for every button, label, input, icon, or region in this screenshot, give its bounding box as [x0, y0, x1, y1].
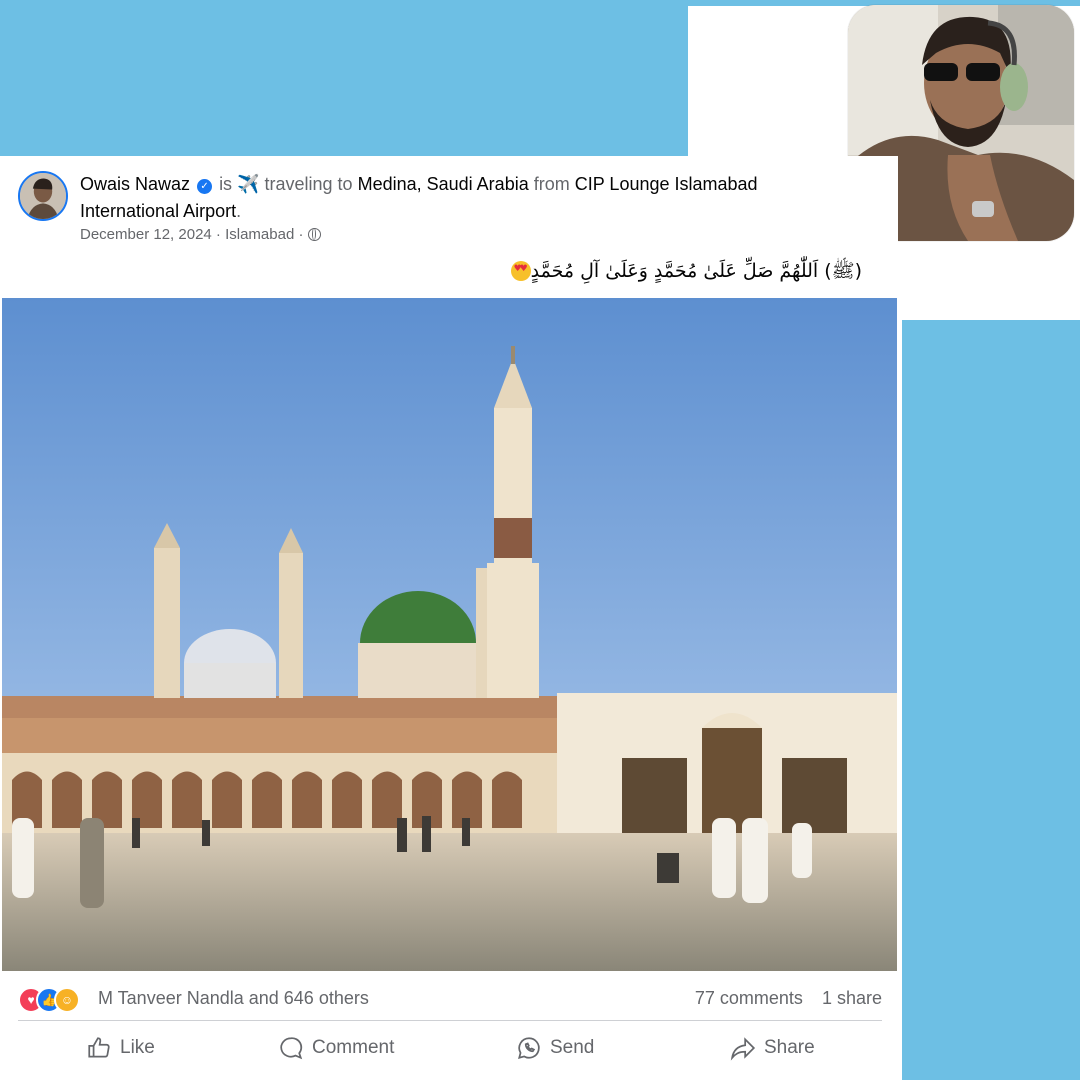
from-word: from	[533, 174, 570, 194]
author-avatar[interactable]	[18, 171, 68, 221]
reactors-text[interactable]: M Tanveer Nandla and 646 others	[98, 988, 369, 1009]
post-header-text: Owais Nawaz ✓ is ✈️ traveling to Medina,…	[80, 171, 860, 225]
shares-count[interactable]: 1 share	[822, 988, 882, 1008]
post-date[interactable]: December 12, 2024	[80, 226, 212, 243]
airplane-icon: ✈️	[237, 174, 260, 194]
comment-bubble-icon	[278, 1035, 304, 1061]
globe-icon	[307, 228, 321, 241]
like-label: Like	[120, 1037, 155, 1058]
activity-text: traveling to	[264, 174, 353, 194]
like-button[interactable]: Like	[86, 1030, 155, 1066]
thumbs-up-icon	[86, 1035, 112, 1061]
care-icon: ☺	[54, 987, 80, 1013]
author-name[interactable]: Owais Nawaz	[80, 174, 190, 194]
meta-separator: ·	[298, 226, 304, 243]
background-block-top	[0, 0, 688, 156]
background-block-right	[902, 320, 1080, 1080]
post-location: Islamabad	[225, 226, 295, 243]
header-end-punct: .	[236, 201, 242, 221]
meta-separator: ·	[215, 226, 221, 243]
heart-eyes-emoji-icon	[510, 261, 531, 281]
verified-badge-icon: ✓	[197, 179, 213, 194]
reactions-summary: ♥ 👍 ☺ M Tanveer Nandla and 646 others 77…	[18, 986, 882, 1013]
whatsapp-icon	[516, 1035, 542, 1061]
engagement-counts: 77 comments 1 share	[681, 988, 882, 1009]
comment-label: Comment	[312, 1037, 395, 1058]
share-label: Share	[764, 1037, 815, 1058]
activity-is: is	[219, 174, 233, 194]
comments-count[interactable]: 77 comments	[695, 988, 803, 1008]
comment-button[interactable]: Comment	[278, 1030, 394, 1066]
post-photo[interactable]	[2, 298, 897, 971]
destination-link[interactable]: Medina, Saudi Arabia	[358, 174, 529, 194]
send-button[interactable]: Send	[516, 1030, 594, 1066]
send-label: Send	[550, 1037, 595, 1058]
share-arrow-icon	[730, 1035, 756, 1061]
post-caption: (ﷺ) اَللّٰهُمَّ صَلِّ عَلَىٰ مُحَمَّدٍ و…	[505, 259, 862, 287]
caption-text: (ﷺ) اَللّٰهُمَّ صَلِّ عَلَىٰ مُحَمَّدٍ و…	[530, 260, 862, 282]
post-meta: December 12, 2024 · Islamabad ·	[80, 226, 321, 243]
divider	[18, 1020, 882, 1021]
share-button[interactable]: Share	[730, 1030, 815, 1066]
reaction-icons[interactable]: ♥ 👍 ☺	[18, 986, 94, 1013]
post-actions: Like Comment Send Share	[18, 1030, 882, 1066]
